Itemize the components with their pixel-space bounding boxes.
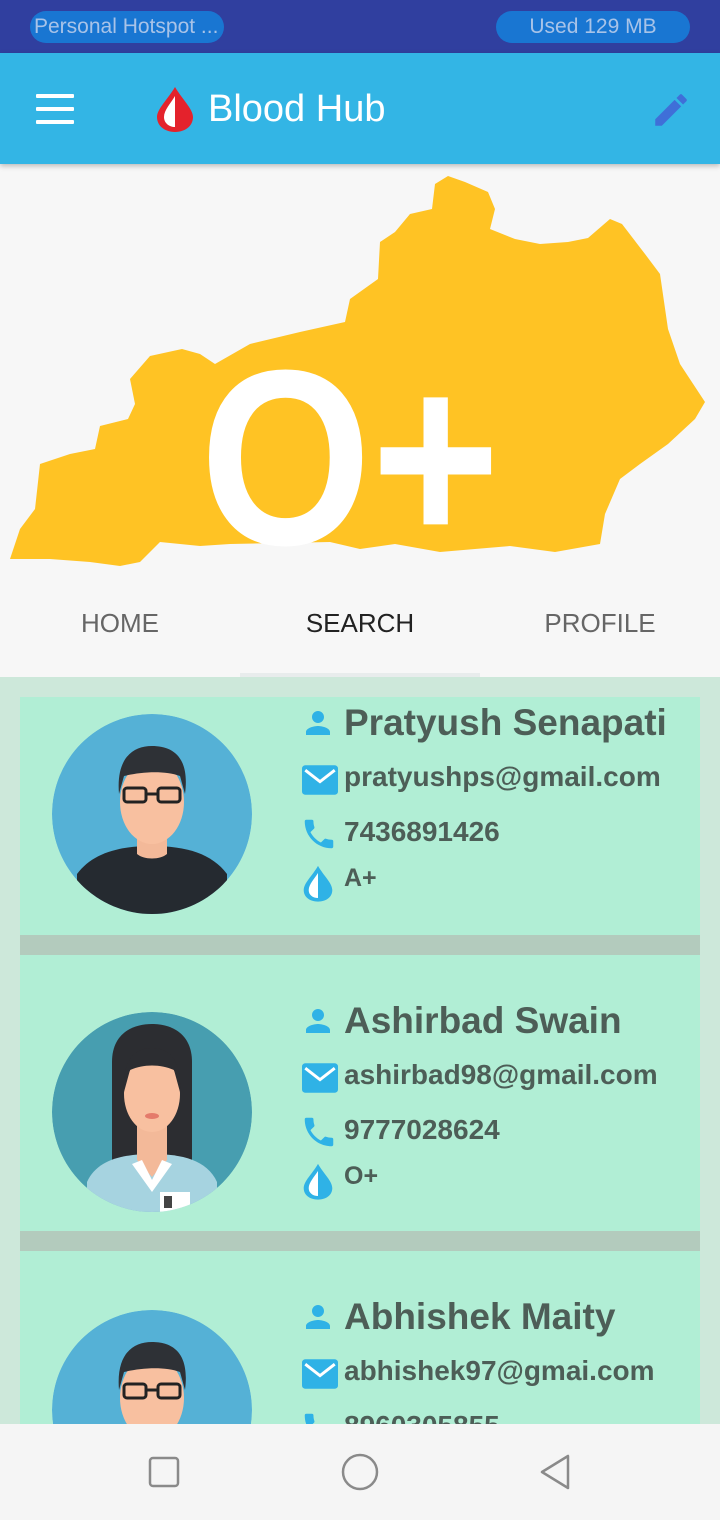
card-divider: [20, 1231, 700, 1251]
donor-card[interactable]: Ashirbad Swain ashirbad98@gmail.com 9777…: [20, 955, 700, 1231]
circle-home-icon[interactable]: [340, 1452, 380, 1492]
email-icon: [302, 1063, 338, 1093]
menu-icon[interactable]: [36, 94, 76, 124]
person-icon: [306, 711, 330, 735]
male-avatar-glasses: [52, 1310, 252, 1424]
donor-blood-group: O+: [344, 1162, 379, 1190]
card-divider: [20, 935, 700, 955]
phone-icon: [304, 1117, 334, 1147]
tab-profile[interactable]: PROFILE: [480, 594, 720, 677]
donor-name: Ashirbad Swain: [344, 1000, 622, 1041]
donor-blood-group: A+: [344, 864, 377, 892]
blood-drop-icon: [303, 1163, 333, 1200]
blood-group-banner: O+: [0, 164, 720, 594]
tab-search[interactable]: SEARCH: [240, 594, 480, 677]
system-nav-bar: [0, 1424, 720, 1520]
female-avatar: [52, 1012, 252, 1212]
hotspot-indicator[interactable]: Personal Hotspot ...: [30, 11, 224, 43]
male-avatar-glasses: [52, 714, 252, 914]
app-title: Blood Hub: [208, 88, 386, 130]
phone-icon: [304, 1413, 315, 1424]
donor-card[interactable]: Abhishek Maity abhishek97@gmai.com 89603…: [20, 1251, 700, 1424]
blood-drop-logo-icon: [157, 87, 193, 132]
donor-name: Abhishek Maity: [344, 1296, 616, 1337]
edit-pencil-icon[interactable]: [650, 89, 692, 131]
donor-name: Pratyush Senapati: [344, 702, 667, 743]
donor-email[interactable]: abhishek97@gmai.com: [344, 1354, 655, 1388]
email-icon: [302, 1359, 338, 1389]
tab-bar: HOME SEARCH PROFILE: [0, 594, 720, 677]
donor-card[interactable]: Pratyush Senapati pratyushps@gmail.com 7…: [20, 697, 700, 935]
data-usage-indicator: Used 129 MB: [496, 11, 690, 43]
donor-list[interactable]: Pratyush Senapati pratyushps@gmail.com 7…: [0, 677, 720, 1424]
donor-email[interactable]: pratyushps@gmail.com: [344, 760, 661, 794]
state-map-illustration: O+: [10, 176, 705, 594]
square-recents-icon[interactable]: [144, 1452, 184, 1492]
person-icon: [306, 1009, 330, 1033]
donor-phone[interactable]: 9777028624: [344, 1113, 500, 1147]
blood-drop-icon: [303, 865, 333, 902]
tab-home[interactable]: HOME: [0, 594, 240, 677]
status-bar: Personal Hotspot ... Used 129 MB: [0, 0, 720, 53]
email-icon: [302, 765, 338, 795]
person-icon: [306, 1305, 330, 1329]
donor-phone[interactable]: 8960305855: [344, 1409, 500, 1424]
banner-blood-group: O+: [200, 318, 500, 594]
donor-phone[interactable]: 7436891426: [344, 815, 500, 849]
triangle-back-icon[interactable]: [536, 1452, 576, 1492]
phone-icon: [304, 819, 334, 849]
donor-email[interactable]: ashirbad98@gmail.com: [344, 1058, 658, 1092]
app-bar: Blood Hub: [0, 53, 720, 164]
